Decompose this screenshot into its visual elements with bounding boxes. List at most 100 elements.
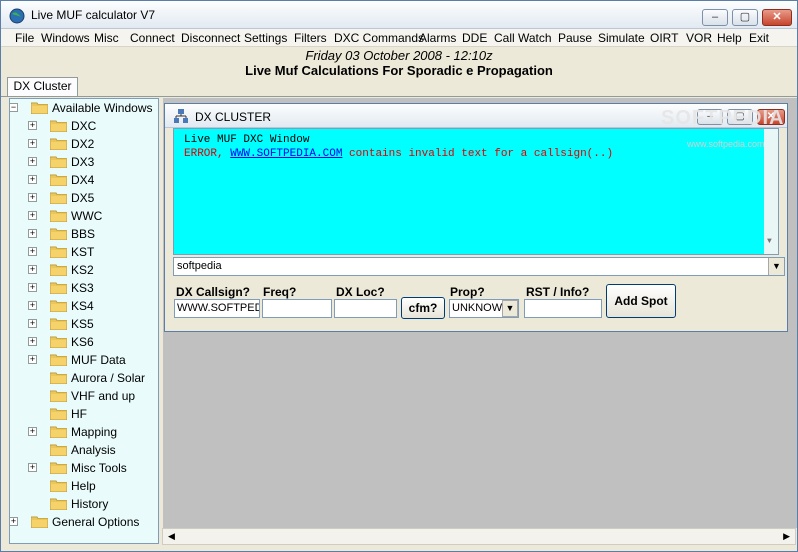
menu-disconnect[interactable]: Disconnect — [181, 31, 240, 45]
menu-help[interactable]: Help — [717, 31, 742, 45]
expand-icon[interactable]: + — [28, 301, 37, 310]
error-link[interactable]: WWW.SOFTPEDIA.COM — [230, 148, 342, 160]
expand-icon[interactable]: + — [28, 427, 37, 436]
tab-divider — [1, 96, 797, 97]
tree-item-dx3[interactable]: + DX3 — [10, 153, 158, 171]
softpedia-watermark-url: www.softpedia.com — [687, 139, 765, 149]
menu-dde[interactable]: DDE — [462, 31, 487, 45]
folder-icon — [49, 479, 68, 493]
tree-item-label: DXC — [71, 119, 97, 133]
tree-item-dxc[interactable]: + DXC — [10, 117, 158, 135]
scroll-left-icon[interactable]: ◀ — [168, 531, 175, 542]
tree-item-dx5[interactable]: + DX5 — [10, 189, 158, 207]
minimize-button[interactable]: ‒ — [702, 9, 728, 26]
tree-item-history[interactable]: History — [10, 495, 158, 513]
tree-item-label: KS3 — [71, 281, 94, 295]
expand-icon[interactable]: + — [28, 229, 37, 238]
tree-item-ks4[interactable]: + KS4 — [10, 297, 158, 315]
menu-file[interactable]: File — [15, 31, 34, 45]
tree-item-help[interactable]: Help — [10, 477, 158, 495]
expand-icon[interactable]: + — [28, 283, 37, 292]
menu-oirt[interactable]: OIRT — [650, 31, 678, 45]
tree-item-misc-tools[interactable]: + Misc Tools — [10, 459, 158, 477]
menu-windows[interactable]: Windows — [41, 31, 90, 45]
expand-icon[interactable]: + — [28, 337, 37, 346]
tree-item-analysis[interactable]: Analysis — [10, 441, 158, 459]
menu-simulate[interactable]: Simulate — [598, 31, 645, 45]
tree-item-vhf-and-up[interactable]: VHF and up — [10, 387, 158, 405]
folder-icon — [49, 263, 68, 277]
expand-icon[interactable]: + — [28, 355, 37, 364]
command-combo[interactable]: softpedia ▼ — [173, 257, 785, 276]
expand-icon[interactable]: + — [28, 463, 37, 472]
tree-item-ks2[interactable]: + KS2 — [10, 261, 158, 279]
tree-item-label: Mapping — [71, 425, 118, 439]
expand-icon[interactable]: + — [28, 265, 37, 274]
callsign-input[interactable]: WWW.SOFTPEDIA — [174, 299, 260, 318]
expand-icon[interactable]: + — [28, 121, 37, 130]
add-spot-button[interactable]: Add Spot — [606, 284, 676, 318]
tree-item-bbs[interactable]: + BBS — [10, 225, 158, 243]
error-prefix: ERROR, — [184, 148, 231, 160]
tree-item-ks6[interactable]: + KS6 — [10, 333, 158, 351]
loc-input[interactable] — [334, 299, 397, 318]
tree-item-hf[interactable]: HF — [10, 405, 158, 423]
tree-item-kst[interactable]: + KST — [10, 243, 158, 261]
menu-misc[interactable]: Misc — [94, 31, 119, 45]
expand-icon[interactable]: + — [28, 319, 37, 328]
menu-alarms[interactable]: Alarms — [419, 31, 456, 45]
folder-icon — [49, 443, 68, 457]
menu-dxc-commands[interactable]: DXC Commands — [334, 31, 424, 45]
menu-vor[interactable]: VOR — [686, 31, 712, 45]
folder-icon — [49, 137, 68, 151]
tree-item-dx4[interactable]: + DX4 — [10, 171, 158, 189]
menu-exit[interactable]: Exit — [749, 31, 769, 45]
tree-item-label: DX3 — [71, 155, 95, 169]
prop-select[interactable]: UNKNOWN ▼ — [449, 299, 519, 318]
expand-icon[interactable]: + — [28, 211, 37, 220]
freq-input[interactable] — [262, 299, 332, 318]
folder-icon — [49, 209, 68, 223]
tree-item-aurora-solar[interactable]: Aurora / Solar — [10, 369, 158, 387]
tree-item-ks5[interactable]: + KS5 — [10, 315, 158, 333]
tree-item-label: HF — [71, 407, 87, 421]
tree-item-general-options[interactable]: + General Options — [10, 513, 158, 531]
tree-item-wwc[interactable]: + WWC — [10, 207, 158, 225]
tree-item-mapping[interactable]: + Mapping — [10, 423, 158, 441]
expand-icon[interactable]: + — [10, 517, 18, 526]
expand-icon[interactable]: + — [28, 247, 37, 256]
close-button[interactable]: ✕ — [762, 9, 792, 26]
menu-settings[interactable]: Settings — [244, 31, 287, 45]
horizontal-scrollbar[interactable]: ◀ ▶ — [162, 528, 796, 545]
expand-icon[interactable]: + — [28, 193, 37, 202]
expand-icon[interactable]: + — [28, 139, 37, 148]
expand-icon[interactable]: + — [28, 157, 37, 166]
title-bar[interactable]: Live MUF calculator V7 ‒ ▢ ✕ — [1, 1, 797, 29]
globe-app-icon — [9, 8, 25, 24]
tree-item-dx2[interactable]: + DX2 — [10, 135, 158, 153]
collapse-icon[interactable]: − — [10, 103, 18, 112]
dx-cluster-window: DX CLUSTER ‒ ▢ ✕ Live MUF DXC Window ERR… — [164, 103, 788, 332]
maximize-button[interactable]: ▢ — [732, 9, 758, 26]
expand-icon[interactable]: + — [28, 175, 37, 184]
tab-dx-cluster[interactable]: DX Cluster — [7, 77, 78, 96]
tree-item-label: DX4 — [71, 173, 95, 187]
tree-item-label: Help — [71, 479, 96, 493]
tree-item-ks3[interactable]: + KS3 — [10, 279, 158, 297]
tree-item-available-windows[interactable]: − Available Windows — [10, 99, 158, 117]
menu-call-watch[interactable]: Call Watch — [494, 31, 552, 45]
menu-filters[interactable]: Filters — [294, 31, 327, 45]
window-tree[interactable]: − Available Windows + DXC + DX2 + DX3 + DX4 + DX5 + W… — [9, 98, 159, 544]
cfm-button[interactable]: cfm? — [401, 297, 445, 319]
tree-item-muf-data[interactable]: + MUF Data — [10, 351, 158, 369]
output-scrollbar[interactable]: ▼ — [764, 129, 778, 254]
chevron-down-icon[interactable]: ▼ — [768, 258, 784, 275]
scroll-right-icon[interactable]: ▶ — [783, 531, 790, 542]
menu-connect[interactable]: Connect — [130, 31, 175, 45]
rst-input[interactable] — [524, 299, 602, 318]
scroll-down-icon[interactable]: ▼ — [767, 237, 772, 246]
tree-item-label: History — [71, 497, 109, 511]
prop-chevron-down-icon[interactable]: ▼ — [502, 300, 518, 317]
menu-pause[interactable]: Pause — [558, 31, 592, 45]
loc-label: DX Loc? — [336, 285, 385, 299]
